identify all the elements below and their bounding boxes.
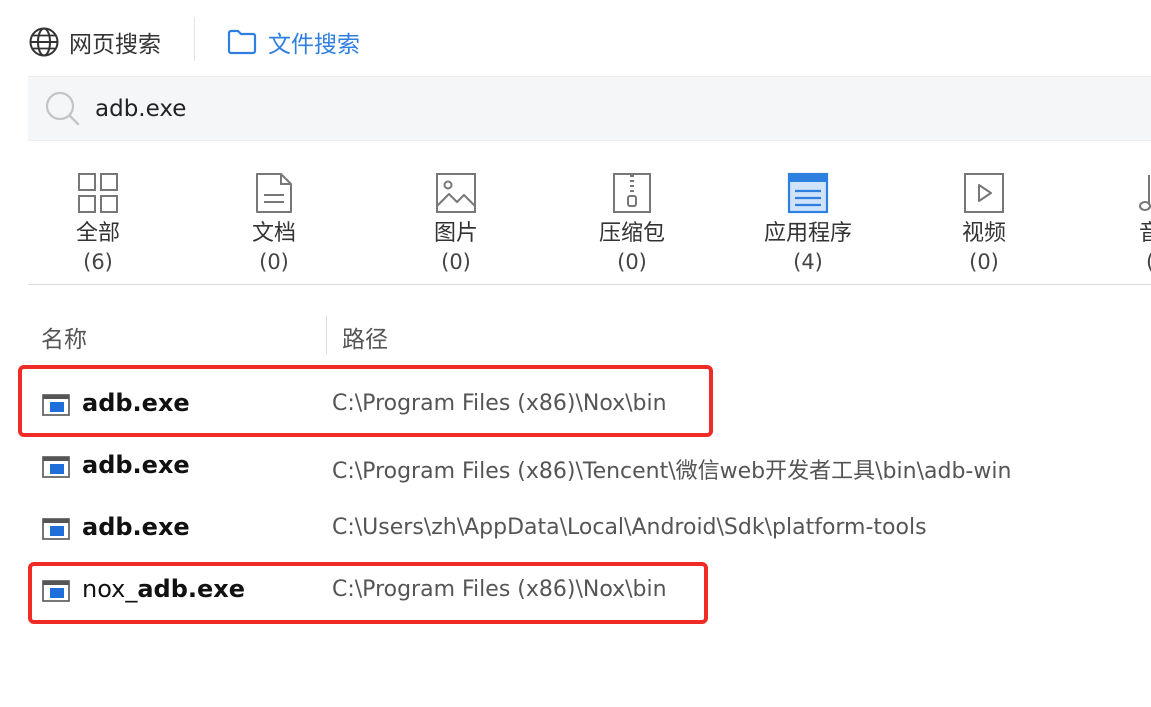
category-videos-label: 视频 xyxy=(961,221,1006,246)
file-path: C:\Program Files (x86)\Nox\bin xyxy=(332,577,667,602)
exe-file-icon xyxy=(42,580,70,602)
image-icon xyxy=(436,173,476,213)
file-name: nox_adb.exe xyxy=(82,575,245,603)
document-icon xyxy=(256,173,292,213)
search-input[interactable] xyxy=(95,89,1095,129)
category-all-label: 全部 xyxy=(75,221,120,246)
column-resize-handle[interactable] xyxy=(326,316,327,354)
tab-divider xyxy=(194,17,195,61)
table-row[interactable]: adb.exe C:\Users\zh\AppData\Local\Androi… xyxy=(28,502,1151,558)
file-name: adb.exe xyxy=(82,451,190,479)
category-all-count: (6) xyxy=(83,250,113,274)
table-row[interactable]: adb.exe C:\Program Files (x86)\Nox\bin xyxy=(28,378,1151,434)
table-row[interactable]: adb.exe C:\Program Files (x86)\Tencent\微… xyxy=(28,440,1151,496)
video-icon xyxy=(964,173,1004,213)
category-applications-count: (4) xyxy=(793,250,823,274)
category-applications[interactable]: 应用程序 (4) xyxy=(743,172,873,276)
category-images[interactable]: 图片 (0) xyxy=(391,172,521,276)
category-filter-bar: 全部 (6) 文档 (0) 图片 (0) 压缩包 (0) 应用程序 (4) 视频… xyxy=(28,160,1151,285)
folder-icon xyxy=(227,29,257,55)
category-music[interactable]: 音 ( xyxy=(1095,172,1151,276)
file-name: adb.exe xyxy=(82,389,190,417)
category-all[interactable]: 全部 (6) xyxy=(33,172,163,276)
globe-icon xyxy=(29,27,59,57)
file-path: C:\Users\zh\AppData\Local\Android\Sdk\pl… xyxy=(332,515,927,540)
category-applications-label: 应用程序 xyxy=(763,221,852,246)
column-header-path[interactable]: 路径 xyxy=(342,320,388,354)
search-mode-tabs: 网页搜索 文件搜索 xyxy=(0,0,1151,80)
search-icon xyxy=(45,91,80,126)
category-documents-count: (0) xyxy=(259,250,289,274)
category-music-count: ( xyxy=(1095,248,1151,276)
exe-file-icon xyxy=(42,456,70,478)
table-row[interactable]: nox_adb.exe C:\Program Files (x86)\Nox\b… xyxy=(28,564,1151,620)
category-music-label: 音 xyxy=(1139,221,1151,246)
category-documents[interactable]: 文档 (0) xyxy=(209,172,339,276)
category-archives-count: (0) xyxy=(617,250,647,274)
tab-file-search[interactable]: 文件搜索 xyxy=(226,22,360,62)
file-name: adb.exe xyxy=(82,513,190,541)
category-archives[interactable]: 压缩包 (0) xyxy=(567,172,697,276)
file-name-prefix: nox_ xyxy=(82,575,138,603)
column-header-name[interactable]: 名称 xyxy=(41,320,87,354)
category-images-label: 图片 xyxy=(433,221,478,246)
archive-zip-icon xyxy=(613,173,651,213)
application-icon xyxy=(787,172,829,214)
search-bar xyxy=(28,76,1151,141)
tab-web-search-label: 网页搜索 xyxy=(69,32,161,58)
category-documents-label: 文档 xyxy=(251,221,296,246)
exe-file-icon xyxy=(42,518,70,540)
category-videos[interactable]: 视频 (0) xyxy=(919,172,1049,276)
music-icon xyxy=(1139,175,1151,211)
results-table-header: 名称 路径 xyxy=(28,312,1151,358)
tab-web-search[interactable]: 网页搜索 xyxy=(28,22,161,62)
file-name-match: adb.exe xyxy=(137,575,246,603)
exe-file-icon xyxy=(42,394,70,416)
grid-icon xyxy=(78,173,118,213)
category-videos-count: (0) xyxy=(969,250,999,274)
category-images-count: (0) xyxy=(441,250,471,274)
tab-file-search-label: 文件搜索 xyxy=(268,32,360,58)
category-archives-label: 压缩包 xyxy=(598,221,665,246)
file-path: C:\Program Files (x86)\Nox\bin xyxy=(332,391,667,416)
file-path: C:\Program Files (x86)\Tencent\微信web开发者工… xyxy=(332,459,1012,484)
